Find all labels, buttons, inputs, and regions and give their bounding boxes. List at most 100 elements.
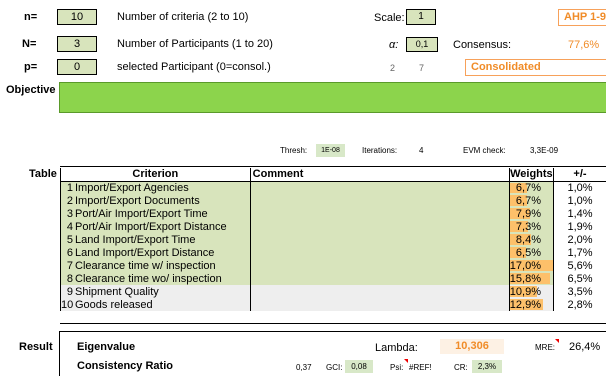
comment-cell[interactable] [250,194,509,207]
criterion-cell[interactable]: 4Port/Air Import/Export Distance [61,220,251,233]
n-input[interactable]: 10 [57,9,97,25]
plusminus-cell: 1,0% [553,194,606,207]
iterations-value: 4 [419,146,423,155]
weight-value: 6,7% [516,182,541,194]
N-description: Number of Participants (1 to 20) [117,38,273,50]
comment-cell[interactable] [250,259,509,272]
thresh-value[interactable]: 1E-08 [316,144,345,157]
n-label: n= [24,11,37,23]
weight-cell: 17,0% [509,259,553,272]
comment-cell[interactable] [250,207,509,220]
alpha-label: α: [389,39,398,51]
plusminus-cell: 1,9% [553,220,606,233]
objective-input[interactable] [59,82,606,113]
comment-cell[interactable] [250,285,509,298]
N-input[interactable]: 3 [57,36,97,52]
criterion-cell[interactable]: 7Clearance time w/ inspection [61,259,251,272]
participant-extra-1: 2 [390,63,395,73]
weight-value: 6,5% [516,247,541,259]
criteria-table: Criterion Comment Weights +/- 1Import/Ex… [60,168,606,311]
result-top-border [59,331,606,332]
comment-indicator-icon [555,339,559,343]
weight-cell: 7,3% [509,220,553,233]
table-row: 3Port/Air Import/Export Time 7,9%1,4% [61,207,606,220]
weight-cell: 15,8% [509,272,553,285]
psi-comment-icon [404,359,408,363]
participant-extra-2: 7 [419,63,424,73]
weight-value: 15,8% [510,273,541,285]
criterion-name: Import/Export Agencies [75,182,189,194]
plusminus-cell: 1,4% [553,207,606,220]
weight-value: 10,9% [510,286,541,298]
alpha-input[interactable]: 0,1 [406,37,438,52]
thresh-label: Thresh: [280,146,307,155]
criterion-number: 8 [61,273,73,285]
mre-label: MRE: [535,343,555,352]
weight-cell: 12,9% [509,298,553,311]
criterion-name: Port/Air Import/Export Distance [75,221,227,233]
criterion-name: Clearance time w/ inspection [75,260,216,272]
iterations-label: Iterations: [362,146,397,155]
table-row: 7Clearance time w/ inspection 17,0%5,6% [61,259,606,272]
weight-cell: 8,4% [509,233,553,246]
cr2-value: 2,3% [472,360,502,373]
consolidated-badge: Consolidated [465,59,606,76]
table-row: 1Import/Export Agencies 6,7% 1,0% [61,181,606,194]
criterion-number: 3 [61,208,73,220]
comment-cell[interactable] [250,233,509,246]
N-label: N= [22,38,36,50]
consensus-label: Consensus: [453,39,511,51]
criterion-name: Shipment Quality [75,286,159,298]
plusminus-cell: 1,7% [553,246,606,259]
scale-input[interactable]: 1 [406,9,436,25]
plusminus-cell: 3,5% [553,285,606,298]
criterion-cell[interactable]: 8Clearance time wo/ inspection [61,272,251,285]
lambda-value: 10,306 [440,339,504,354]
criterion-name: Import/Export Documents [75,195,200,207]
criterion-number: 5 [61,234,73,246]
criterion-cell[interactable]: 5Land Import/Export Time [61,233,251,246]
objective-label: Objective [6,84,56,96]
lambda-label: Lambda: [375,342,418,354]
criterion-cell[interactable]: 10Goods released [61,298,251,311]
criterion-number: 4 [61,221,73,233]
criterion-cell[interactable]: 2Import/Export Documents [61,194,251,207]
criterion-cell[interactable]: 3Port/Air Import/Export Time [61,207,251,220]
weight-cell: 6,5% [509,246,553,259]
criterion-cell[interactable]: 1Import/Export Agencies [61,181,251,194]
weight-value: 7,3% [516,221,541,233]
cr2-label: CR: [454,363,468,372]
weight-cell: 7,9% [509,207,553,220]
criterion-name: Land Import/Export Distance [75,247,214,259]
comment-cell[interactable] [250,220,509,233]
psi-value: #REF! [409,363,432,372]
p-input[interactable]: 0 [57,59,97,75]
criterion-number: 2 [61,195,73,207]
result-side-label: Result [19,341,53,353]
comment-cell[interactable] [250,298,509,311]
criterion-cell[interactable]: 9Shipment Quality [61,285,251,298]
plusminus-cell: 1,0% [553,181,606,194]
comment-cell[interactable] [250,181,509,194]
plusminus-cell: 6,5% [553,272,606,285]
comment-cell[interactable] [250,272,509,285]
table-bottom-border [60,323,606,324]
table-row: 8Clearance time wo/ inspection 15,8% 6,5% [61,272,606,285]
criterion-number: 1 [61,182,73,194]
result-left-border [59,331,60,376]
comment-cell[interactable] [250,246,509,259]
col-header-comment: Comment [250,168,509,181]
criterion-name: Land Import/Export Time [75,234,195,246]
table-row: 5Land Import/Export Time8,4%2,0% [61,233,606,246]
criterion-name: Goods released [75,299,153,311]
criterion-cell[interactable]: 6Land Import/Export Distance [61,246,251,259]
mre-value: 26,4% [569,341,600,353]
table-row: 10Goods released12,9%2,8% [61,298,606,311]
weight-value: 6,7% [516,195,541,207]
cr-value-1: 0,37 [296,363,312,372]
table-top-border [60,166,606,167]
n-description: Number of criteria (2 to 10) [117,11,248,23]
plusminus-cell: 5,6% [553,259,606,272]
eigenvalue-label: Eigenvalue [77,341,135,353]
table-row: 9Shipment Quality 10,9% 3,5% [61,285,606,298]
